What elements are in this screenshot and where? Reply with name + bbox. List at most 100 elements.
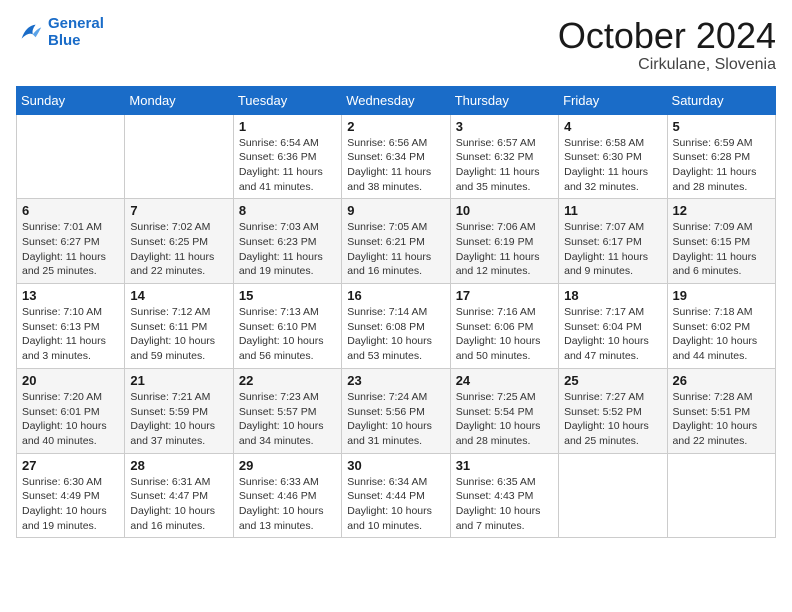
day-number: 25 — [564, 373, 661, 388]
day-info: Sunrise: 7:28 AM Sunset: 5:51 PM Dayligh… — [673, 390, 770, 449]
day-info: Sunrise: 7:05 AM Sunset: 6:21 PM Dayligh… — [347, 220, 444, 279]
calendar-week-2: 6 Sunrise: 7:01 AM Sunset: 6:27 PM Daylig… — [17, 199, 776, 284]
day-info: Sunrise: 6:58 AM Sunset: 6:30 PM Dayligh… — [564, 136, 661, 195]
calendar-cell — [125, 114, 233, 199]
weekday-header-monday: Monday — [125, 86, 233, 114]
day-info: Sunrise: 7:18 AM Sunset: 6:02 PM Dayligh… — [673, 305, 770, 364]
day-info: Sunrise: 6:57 AM Sunset: 6:32 PM Dayligh… — [456, 136, 553, 195]
logo: General Blue — [16, 16, 104, 49]
calendar-cell: 8 Sunrise: 7:03 AM Sunset: 6:23 PM Daylig… — [233, 199, 341, 284]
day-info: Sunrise: 6:30 AM Sunset: 4:49 PM Dayligh… — [22, 475, 119, 534]
day-number: 24 — [456, 373, 553, 388]
day-number: 15 — [239, 288, 336, 303]
day-info: Sunrise: 6:35 AM Sunset: 4:43 PM Dayligh… — [456, 475, 553, 534]
weekday-header-sunday: Sunday — [17, 86, 125, 114]
calendar-cell: 31 Sunrise: 6:35 AM Sunset: 4:43 PM Dayli… — [450, 453, 558, 538]
day-number: 8 — [239, 203, 336, 218]
day-number: 5 — [673, 119, 770, 134]
calendar-cell: 14 Sunrise: 7:12 AM Sunset: 6:11 PM Dayli… — [125, 284, 233, 369]
day-number: 18 — [564, 288, 661, 303]
calendar-cell — [667, 453, 775, 538]
calendar-cell: 12 Sunrise: 7:09 AM Sunset: 6:15 PM Dayli… — [667, 199, 775, 284]
day-number: 14 — [130, 288, 227, 303]
day-info: Sunrise: 6:59 AM Sunset: 6:28 PM Dayligh… — [673, 136, 770, 195]
month-year-title: October 2024 — [558, 16, 776, 56]
calendar-cell: 26 Sunrise: 7:28 AM Sunset: 5:51 PM Dayli… — [667, 368, 775, 453]
day-number: 6 — [22, 203, 119, 218]
day-info: Sunrise: 7:01 AM Sunset: 6:27 PM Dayligh… — [22, 220, 119, 279]
calendar-cell: 21Sunrise: 7:21 AM Sunset: 5:59 PM Dayli… — [125, 368, 233, 453]
day-number: 28 — [130, 458, 227, 473]
day-number: 23 — [347, 373, 444, 388]
day-info: Sunrise: 7:20 AM Sunset: 6:01 PM Dayligh… — [22, 390, 119, 449]
day-info: Sunrise: 7:16 AM Sunset: 6:06 PM Dayligh… — [456, 305, 553, 364]
weekday-header-friday: Friday — [559, 86, 667, 114]
day-info: Sunrise: 6:34 AM Sunset: 4:44 PM Dayligh… — [347, 475, 444, 534]
day-info: Sunrise: 6:56 AM Sunset: 6:34 PM Dayligh… — [347, 136, 444, 195]
weekday-header-thursday: Thursday — [450, 86, 558, 114]
calendar-cell: 15 Sunrise: 7:13 AM Sunset: 6:10 PM Dayli… — [233, 284, 341, 369]
calendar-week-4: 20Sunrise: 7:20 AM Sunset: 6:01 PM Dayli… — [17, 368, 776, 453]
calendar-cell: 3 Sunrise: 6:57 AM Sunset: 6:32 PM Daylig… — [450, 114, 558, 199]
calendar-cell: 18 Sunrise: 7:17 AM Sunset: 6:04 PM Dayli… — [559, 284, 667, 369]
title-block: October 2024 Cirkulane, Slovenia — [558, 16, 776, 74]
calendar-cell: 29 Sunrise: 6:33 AM Sunset: 4:46 PM Dayli… — [233, 453, 341, 538]
calendar-cell: 22 Sunrise: 7:23 AM Sunset: 5:57 PM Dayli… — [233, 368, 341, 453]
calendar-cell: 28 Sunrise: 6:31 AM Sunset: 4:47 PM Dayli… — [125, 453, 233, 538]
day-info: Sunrise: 7:17 AM Sunset: 6:04 PM Dayligh… — [564, 305, 661, 364]
day-number: 9 — [347, 203, 444, 218]
day-number: 16 — [347, 288, 444, 303]
calendar-cell: 20Sunrise: 7:20 AM Sunset: 6:01 PM Dayli… — [17, 368, 125, 453]
day-info: Sunrise: 7:12 AM Sunset: 6:11 PM Dayligh… — [130, 305, 227, 364]
day-info: Sunrise: 7:23 AM Sunset: 5:57 PM Dayligh… — [239, 390, 336, 449]
day-info: Sunrise: 7:21 AM Sunset: 5:59 PM Dayligh… — [130, 390, 227, 449]
day-number: 22 — [239, 373, 336, 388]
day-info: Sunrise: 7:27 AM Sunset: 5:52 PM Dayligh… — [564, 390, 661, 449]
day-number: 4 — [564, 119, 661, 134]
weekday-header-saturday: Saturday — [667, 86, 775, 114]
calendar-table: SundayMondayTuesdayWednesdayThursdayFrid… — [16, 86, 776, 539]
page-header: General Blue October 2024 Cirkulane, Slo… — [16, 16, 776, 74]
calendar-week-3: 13Sunrise: 7:10 AM Sunset: 6:13 PM Dayli… — [17, 284, 776, 369]
day-info: Sunrise: 7:25 AM Sunset: 5:54 PM Dayligh… — [456, 390, 553, 449]
calendar-cell: 23 Sunrise: 7:24 AM Sunset: 5:56 PM Dayli… — [342, 368, 450, 453]
calendar-cell: 9 Sunrise: 7:05 AM Sunset: 6:21 PM Daylig… — [342, 199, 450, 284]
day-number: 27 — [22, 458, 119, 473]
calendar-cell: 24 Sunrise: 7:25 AM Sunset: 5:54 PM Dayli… — [450, 368, 558, 453]
day-info: Sunrise: 7:13 AM Sunset: 6:10 PM Dayligh… — [239, 305, 336, 364]
calendar-cell: 17Sunrise: 7:16 AM Sunset: 6:06 PM Dayli… — [450, 284, 558, 369]
day-info: Sunrise: 6:33 AM Sunset: 4:46 PM Dayligh… — [239, 475, 336, 534]
day-number: 31 — [456, 458, 553, 473]
day-number: 10 — [456, 203, 553, 218]
day-info: Sunrise: 7:07 AM Sunset: 6:17 PM Dayligh… — [564, 220, 661, 279]
day-info: Sunrise: 7:06 AM Sunset: 6:19 PM Dayligh… — [456, 220, 553, 279]
day-info: Sunrise: 6:31 AM Sunset: 4:47 PM Dayligh… — [130, 475, 227, 534]
day-info: Sunrise: 7:09 AM Sunset: 6:15 PM Dayligh… — [673, 220, 770, 279]
day-info: Sunrise: 7:14 AM Sunset: 6:08 PM Dayligh… — [347, 305, 444, 364]
calendar-cell: 30Sunrise: 6:34 AM Sunset: 4:44 PM Dayli… — [342, 453, 450, 538]
calendar-week-1: 1Sunrise: 6:54 AM Sunset: 6:36 PM Daylig… — [17, 114, 776, 199]
logo-text: General Blue — [48, 16, 104, 49]
calendar-cell: 11Sunrise: 7:07 AM Sunset: 6:17 PM Dayli… — [559, 199, 667, 284]
calendar-cell: 4 Sunrise: 6:58 AM Sunset: 6:30 PM Daylig… — [559, 114, 667, 199]
day-number: 29 — [239, 458, 336, 473]
day-info: Sunrise: 6:54 AM Sunset: 6:36 PM Dayligh… — [239, 136, 336, 195]
calendar-week-5: 27 Sunrise: 6:30 AM Sunset: 4:49 PM Dayli… — [17, 453, 776, 538]
calendar-cell: 13Sunrise: 7:10 AM Sunset: 6:13 PM Dayli… — [17, 284, 125, 369]
calendar-cell: 25 Sunrise: 7:27 AM Sunset: 5:52 PM Dayli… — [559, 368, 667, 453]
location-subtitle: Cirkulane, Slovenia — [558, 56, 776, 74]
day-number: 26 — [673, 373, 770, 388]
day-number: 12 — [673, 203, 770, 218]
calendar-cell: 10 Sunrise: 7:06 AM Sunset: 6:19 PM Dayli… — [450, 199, 558, 284]
day-number: 19 — [673, 288, 770, 303]
day-number: 3 — [456, 119, 553, 134]
day-number: 2 — [347, 119, 444, 134]
calendar-cell: 5 Sunrise: 6:59 AM Sunset: 6:28 PM Daylig… — [667, 114, 775, 199]
calendar-cell: 27 Sunrise: 6:30 AM Sunset: 4:49 PM Dayli… — [17, 453, 125, 538]
day-number: 7 — [130, 203, 227, 218]
calendar-cell: 1Sunrise: 6:54 AM Sunset: 6:36 PM Daylig… — [233, 114, 341, 199]
weekday-header-row: SundayMondayTuesdayWednesdayThursdayFrid… — [17, 86, 776, 114]
day-info: Sunrise: 7:03 AM Sunset: 6:23 PM Dayligh… — [239, 220, 336, 279]
day-info: Sunrise: 7:24 AM Sunset: 5:56 PM Dayligh… — [347, 390, 444, 449]
day-info: Sunrise: 7:10 AM Sunset: 6:13 PM Dayligh… — [22, 305, 119, 364]
